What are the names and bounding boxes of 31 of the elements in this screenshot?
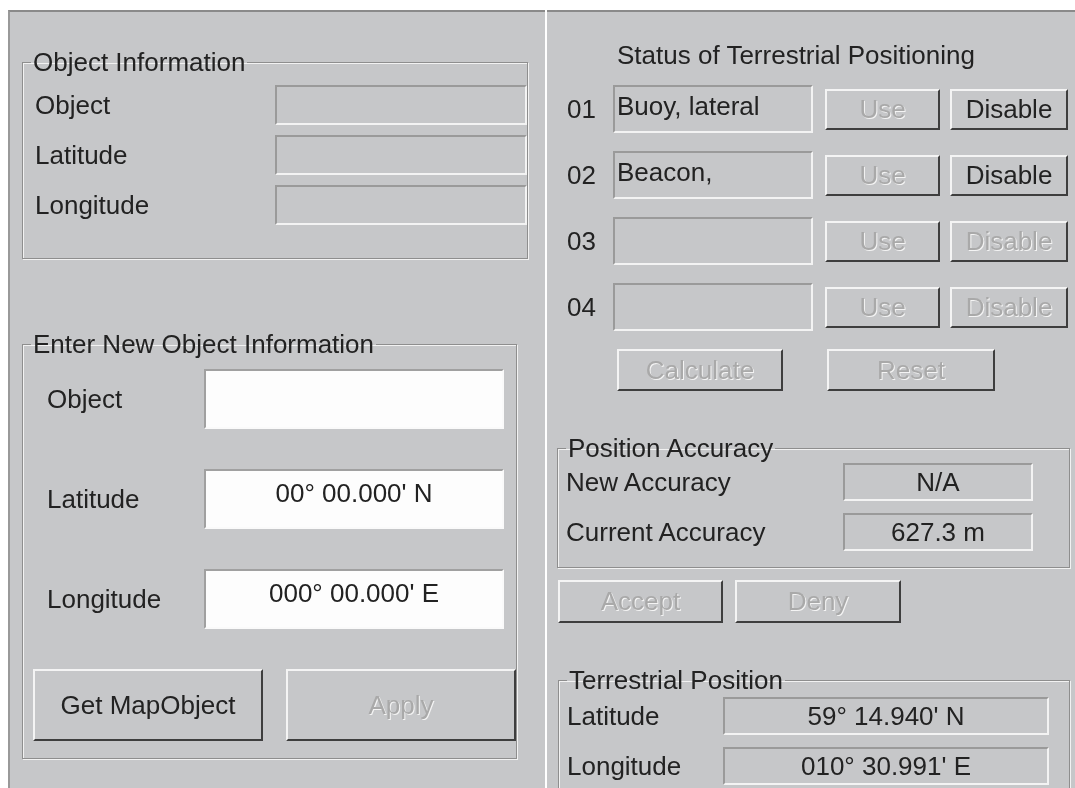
field-label: New Accuracy (566, 466, 732, 498)
disable-button[interactable]: Disable (950, 154, 1068, 196)
input-field[interactable] (204, 369, 504, 429)
field-label: Object (35, 89, 112, 121)
section-title: Status of Terrestrial Positioning (616, 39, 976, 71)
readonly-field: Buoy, lateral (613, 85, 813, 133)
group-title: Position Accuracy (567, 433, 775, 463)
slot-number: 02 (567, 159, 597, 191)
field-label: Longitude (567, 750, 683, 782)
field-label: Latitude (35, 139, 129, 171)
disable-button[interactable]: Disable (950, 88, 1068, 130)
input-field[interactable]: 000° 00.000' E (204, 569, 504, 629)
field-label: Longitude (35, 189, 151, 221)
field-label: Latitude (47, 483, 141, 515)
readonly-field: Beacon, (613, 151, 813, 199)
field-label: Current Accuracy (566, 516, 767, 548)
field-label: Longitude (47, 583, 163, 615)
input-field[interactable]: 00° 00.000' N (204, 469, 504, 529)
group-title: Object Information (32, 47, 247, 77)
group-title: Enter New Object Information (32, 329, 376, 359)
field-label: Object (47, 383, 124, 415)
readonly-field: 627.3 m (843, 513, 1033, 551)
slot-number: 04 (567, 291, 597, 323)
slot-number: 01 (567, 93, 597, 125)
readonly-field: N/A (843, 463, 1033, 501)
readonly-field: 010° 30.991' E (723, 747, 1049, 785)
field-label: Latitude (567, 700, 661, 732)
group-title: Terrestrial Position (568, 665, 784, 695)
get-map-object-button[interactable]: Get MapObject (33, 669, 263, 741)
readonly-field: 59° 14.940' N (723, 697, 1049, 735)
slot-number: 03 (567, 225, 597, 257)
